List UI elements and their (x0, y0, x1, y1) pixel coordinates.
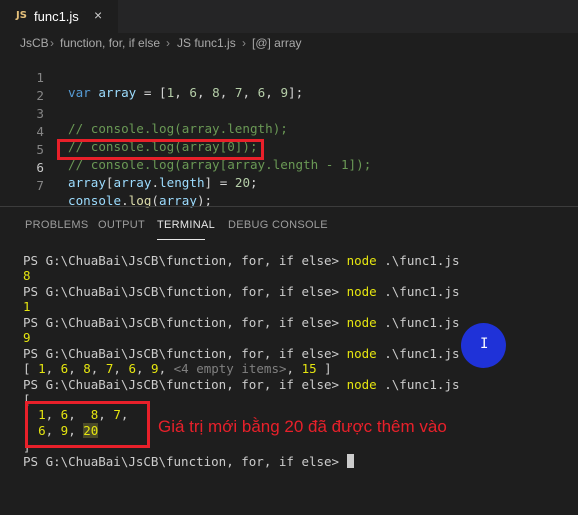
code-line-2: 2 (0, 73, 578, 103)
code-line-4: 4 // console.log(array[0]); (0, 109, 578, 154)
highlight-box-output (25, 401, 150, 448)
terminal-output-line: 8 (23, 268, 31, 283)
terminal-output-line: 9 (23, 330, 31, 345)
breadcrumb-item-file[interactable]: JS func1.js (177, 36, 236, 50)
code-editor[interactable]: 1 var array = [1, 6, 8, 7, 6, 9]; 2 3 //… (0, 55, 578, 208)
terminal-cursor (346, 454, 354, 468)
terminal-output-line: 1 (23, 299, 31, 314)
breadcrumb-separator: › (50, 36, 54, 50)
panel-tab-bar: PROBLEMS OUTPUT TERMINAL DEBUG CONSOLE (0, 207, 578, 243)
active-tab-indicator (157, 239, 205, 240)
breadcrumb-separator: › (166, 36, 170, 50)
terminal-output-line: [ 1, 6, 8, 7, 6, 9, <4 empty items>, 15 … (23, 361, 332, 376)
breadcrumb-item-symbol[interactable]: [@] array (252, 36, 302, 50)
terminal-prompt-line: PS G:\ChuaBai\JsCB\function, for, if els… (23, 454, 354, 470)
terminal-command-line: PS G:\ChuaBai\JsCB\function, for, if els… (23, 377, 460, 392)
terminal-command-line: PS G:\ChuaBai\JsCB\function, for, if els… (23, 284, 460, 299)
text-cursor-icon: I (480, 336, 489, 352)
terminal-command-line: PS G:\ChuaBai\JsCB\function, for, if els… (23, 253, 460, 268)
tab-output[interactable]: OUTPUT (98, 219, 145, 231)
tab-debug-console[interactable]: DEBUG CONSOLE (228, 219, 328, 231)
line-number: 7 (36, 178, 44, 193)
breadcrumb-item-folder[interactable]: function, for, if else (60, 36, 160, 50)
breadcrumb: JsCB › function, for, if else › JS func1… (0, 33, 578, 55)
javascript-file-icon: JS (16, 10, 27, 21)
close-icon[interactable]: × (94, 7, 102, 23)
breadcrumb-separator: › (242, 36, 246, 50)
terminal-output[interactable]: PS G:\ChuaBai\JsCB\function, for, if els… (0, 243, 578, 515)
tab-func1-js[interactable]: JS func1.js × (0, 0, 118, 33)
highlight-box-line-6 (57, 139, 264, 160)
tab-problems[interactable]: PROBLEMS (25, 219, 89, 231)
tab-terminal[interactable]: TERMINAL (157, 219, 215, 231)
terminal-command-line: PS G:\ChuaBai\JsCB\function, for, if els… (23, 346, 460, 361)
breadcrumb-item-jscb[interactable]: JsCB (20, 36, 49, 50)
tab-title: func1.js (34, 9, 79, 24)
editor-tab-bar: JS func1.js × (0, 0, 578, 33)
code-line-3: 3 // console.log(array.length); (0, 91, 578, 136)
code-line-1: 1 var array = [1, 6, 8, 7, 6, 9]; (0, 55, 578, 100)
annotation-text: Giá trị mới bằng 20 đã được thêm vào (158, 417, 447, 436)
terminal-command-line: PS G:\ChuaBai\JsCB\function, for, if els… (23, 315, 460, 330)
code-line-7: 7 console.log(array); (0, 163, 578, 208)
